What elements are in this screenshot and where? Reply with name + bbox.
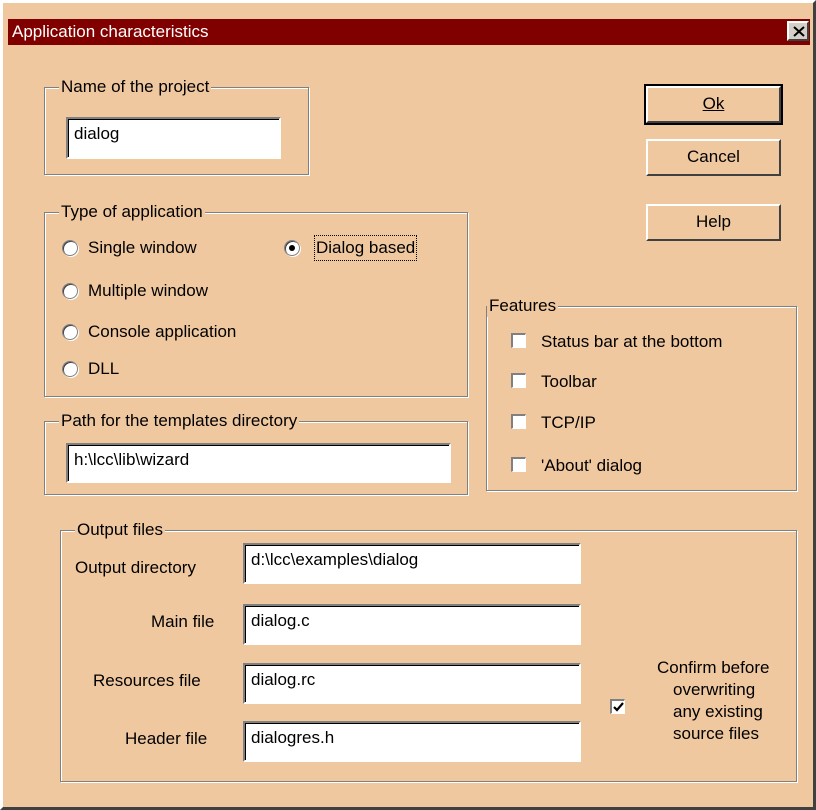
cancel-button[interactable]: Cancel xyxy=(646,139,781,176)
checkbox-box xyxy=(511,457,526,472)
templates-path-legend: Path for the templates directory xyxy=(59,410,300,432)
checkbox-box xyxy=(511,333,526,348)
resources-file-input[interactable]: dialog.rc xyxy=(243,663,581,704)
confirm-line-1: Confirm before xyxy=(657,658,770,677)
radio-indicator xyxy=(62,283,78,299)
checkbox-box-checked xyxy=(610,699,625,714)
confirm-overwrite-label: Confirm before overwriting any existing … xyxy=(653,657,803,745)
confirm-line-2: overwriting xyxy=(673,680,756,699)
checkbox-box xyxy=(511,414,526,429)
window-title: Application characteristics xyxy=(12,22,209,41)
main-file-label: Main file xyxy=(151,612,215,631)
help-button[interactable]: Help xyxy=(646,204,781,241)
header-file-input[interactable]: dialogres.h xyxy=(243,721,581,762)
radio-label: Console application xyxy=(88,322,237,341)
templates-path-input[interactable]: h:\lcc\lib\wizard xyxy=(66,443,451,483)
cancel-button-label: Cancel xyxy=(687,147,740,166)
project-name-input[interactable]: dialog xyxy=(66,117,281,159)
radio-indicator xyxy=(62,240,78,256)
radio-label: Dialog based xyxy=(313,235,418,261)
help-button-label: Help xyxy=(696,212,731,231)
project-name-legend: Name of the project xyxy=(59,76,212,98)
title-bar[interactable]: Application characteristics xyxy=(8,19,810,45)
confirm-line-3: any existing xyxy=(673,702,763,721)
output-files-legend: Output files xyxy=(75,519,165,541)
ok-button-label: Ok xyxy=(702,94,725,113)
main-file-input[interactable]: dialog.c xyxy=(243,604,581,645)
header-file-label: Header file xyxy=(125,729,208,748)
confirm-line-4: source files xyxy=(673,724,759,743)
radio-label: Single window xyxy=(88,238,197,257)
output-directory-input[interactable]: d:\lcc\examples\dialog xyxy=(243,543,581,584)
checkbox-box xyxy=(511,373,526,388)
output-directory-label: Output directory xyxy=(75,558,196,577)
checkbox-label: Status bar at the bottom xyxy=(541,332,723,351)
checkbox-label: 'About' dialog xyxy=(541,456,643,475)
radio-label: Multiple window xyxy=(88,281,208,300)
checkbox-label: Toolbar xyxy=(541,372,597,391)
checkbox-label: TCP/IP xyxy=(541,413,596,432)
close-icon xyxy=(793,26,805,37)
radio-indicator xyxy=(62,324,78,340)
resources-file-label: Resources file xyxy=(93,671,201,690)
checkmark-icon xyxy=(613,702,624,712)
close-button[interactable] xyxy=(787,21,809,41)
dialog-window: Application characteristics Name of the … xyxy=(0,0,816,810)
radio-indicator xyxy=(62,361,78,377)
radio-label: DLL xyxy=(88,359,120,378)
app-type-legend: Type of application xyxy=(59,201,205,223)
radio-indicator-selected xyxy=(284,240,300,256)
features-legend: Features xyxy=(487,295,559,317)
ok-button[interactable]: Ok xyxy=(644,84,783,125)
